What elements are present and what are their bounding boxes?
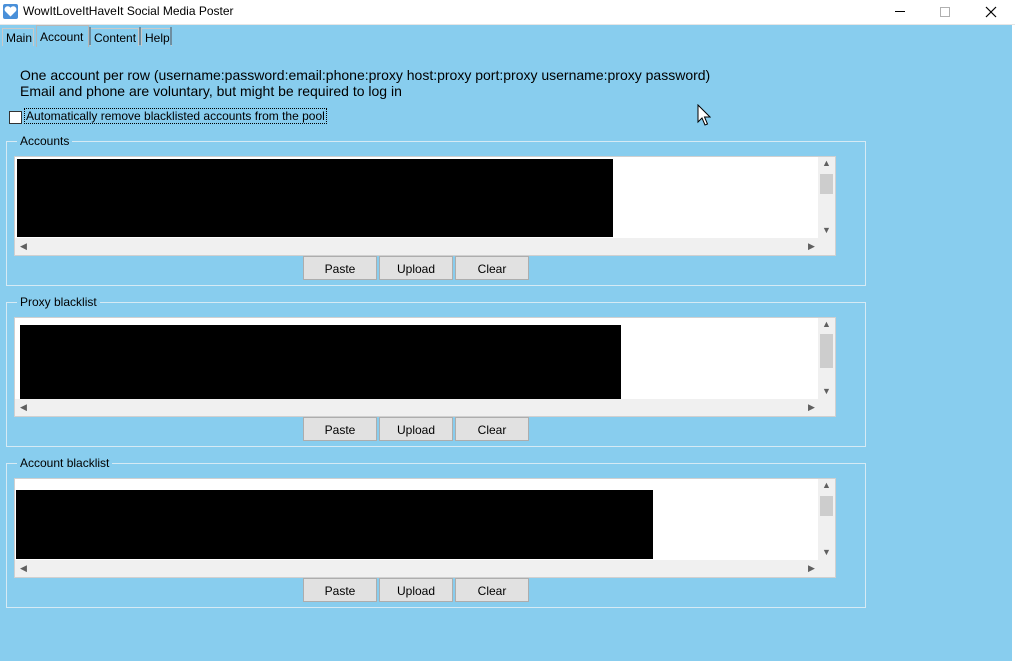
close-button[interactable] [968,0,1014,24]
app-window: WowItLoveItHaveIt Social Media Poster Ma… [0,0,1015,664]
scroll-down-icon[interactable]: ▼ [818,225,835,235]
scroll-up-icon[interactable]: ▲ [818,319,835,329]
proxy-blacklist-group-title: Proxy blacklist [17,295,100,309]
maximize-button[interactable] [922,0,968,24]
scroll-left-icon[interactable]: ◀ [15,563,32,574]
account-blacklist-group-title: Account blacklist [17,456,113,470]
account-blacklist-upload-button[interactable]: Upload [379,578,453,602]
vertical-scrollbar[interactable]: ▲ ▼ [818,479,835,561]
heart-icon [3,4,18,19]
auto-remove-label[interactable]: Automatically remove blacklisted account… [24,108,327,124]
proxy-paste-button[interactable]: Paste [303,417,377,441]
optional-fields-note: Email and phone are voluntary, but might… [20,83,402,99]
accounts-textarea[interactable]: ▲ ▼ ◀ ▶ [14,156,836,256]
redacted-content [17,159,613,237]
accounts-paste-button[interactable]: Paste [303,256,377,280]
close-icon [985,6,997,18]
accounts-group-title: Accounts [17,134,73,148]
format-description: One account per row (username:password:e… [20,67,711,83]
tab-content[interactable]: Content [90,28,139,46]
mouse-cursor-icon [697,103,712,133]
tab-help[interactable]: Help [141,28,172,46]
scroll-left-icon[interactable]: ◀ [15,402,32,413]
scroll-up-icon[interactable]: ▲ [818,158,835,168]
tab-separator [89,27,91,45]
account-blacklist-textarea[interactable]: ▲ ▼ ◀ ▶ [14,478,836,578]
window-title: WowItLoveItHaveIt Social Media Poster [23,4,234,18]
accounts-clear-button[interactable]: Clear [455,256,529,280]
horizontal-scrollbar[interactable]: ◀ ▶ [15,399,820,416]
horizontal-scrollbar[interactable]: ◀ ▶ [15,560,820,577]
tab-strip: Main Account Content Help [0,25,1015,47]
account-blacklist-group: Account blacklist ▲ ▼ ◀ ▶ Paste Upload C… [6,456,866,608]
proxy-blacklist-group: Proxy blacklist ▲ ▼ ◀ ▶ Paste Upload Cle… [6,295,866,447]
scrollbar-corner [818,560,835,577]
scroll-thumb[interactable] [820,496,833,516]
scroll-left-icon[interactable]: ◀ [15,241,32,252]
vertical-scrollbar[interactable]: ▲ ▼ [818,157,835,239]
tab-main[interactable]: Main [2,28,34,46]
proxy-clear-button[interactable]: Clear [455,417,529,441]
horizontal-scrollbar[interactable]: ◀ ▶ [15,238,820,255]
vertical-scrollbar[interactable]: ▲ ▼ [818,318,835,400]
scroll-thumb[interactable] [820,334,833,368]
accounts-upload-button[interactable]: Upload [379,256,453,280]
minimize-button[interactable] [877,0,923,24]
scroll-up-icon[interactable]: ▲ [818,480,835,490]
scroll-thumb[interactable] [820,174,833,194]
account-blacklist-paste-button[interactable]: Paste [303,578,377,602]
scroll-down-icon[interactable]: ▼ [818,386,835,396]
tab-separator [139,27,141,45]
account-blacklist-clear-button[interactable]: Clear [455,578,529,602]
scroll-down-icon[interactable]: ▼ [818,547,835,557]
auto-remove-checkbox[interactable] [9,111,22,124]
proxy-blacklist-textarea[interactable]: ▲ ▼ ◀ ▶ [14,317,836,417]
accounts-group: Accounts ▲ ▼ ◀ ▶ Paste Upload Clear [6,134,866,286]
scrollbar-corner [818,238,835,255]
tab-separator [170,27,172,45]
minimize-icon [895,11,905,12]
tab-account[interactable]: Account [36,25,89,47]
redacted-content [16,490,653,559]
title-bar[interactable]: WowItLoveItHaveIt Social Media Poster [0,0,1015,25]
maximize-icon [940,7,950,17]
scrollbar-corner [818,399,835,416]
proxy-upload-button[interactable]: Upload [379,417,453,441]
